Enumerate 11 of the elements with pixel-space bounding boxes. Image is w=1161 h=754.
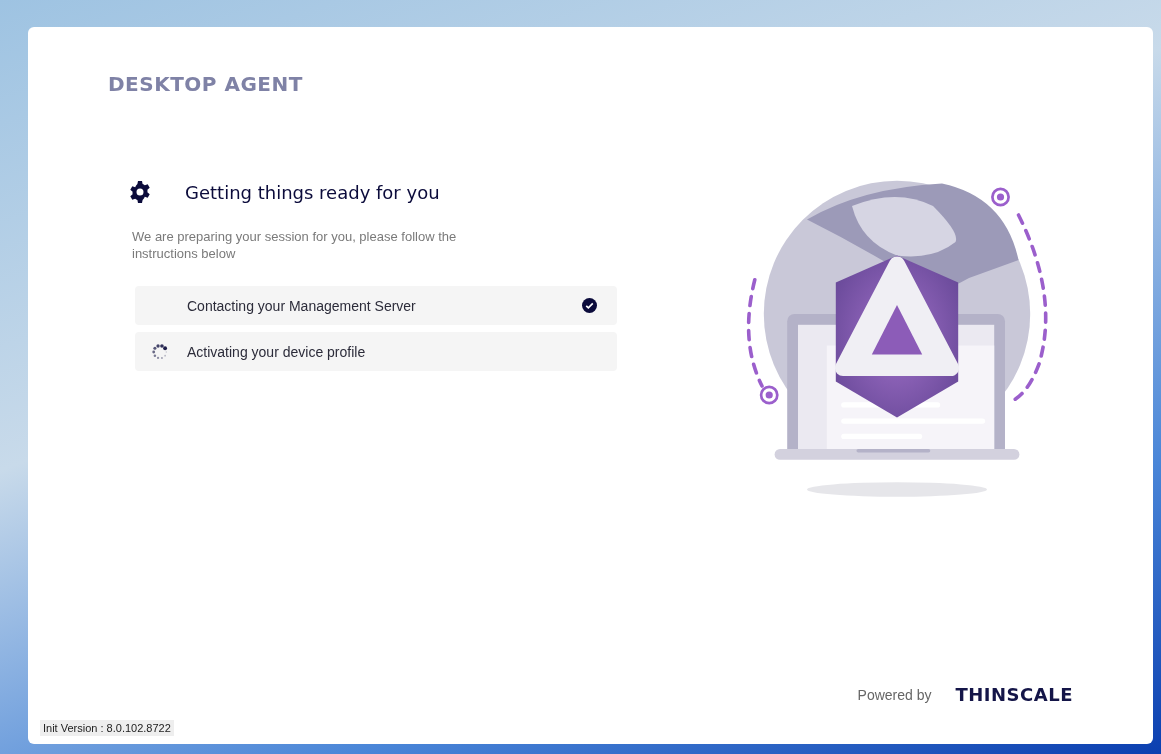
check-circle-icon	[582, 298, 597, 313]
brand-logo: THINSCALE	[955, 684, 1073, 705]
step-label: Contacting your Management Server	[187, 297, 417, 314]
description-text: We are preparing your session for you, please follow the instructions below	[132, 228, 458, 262]
powered-by-text: Powered by	[857, 686, 932, 703]
step-label: Activating your device profile	[187, 343, 367, 360]
app-title: DESKTOP AGENT	[108, 72, 303, 96]
heading: Getting things ready for you	[185, 181, 440, 203]
gear-icon	[128, 180, 152, 204]
spinner-icon	[151, 342, 169, 361]
version-label: Init Version : 8.0.102.8722	[40, 720, 174, 736]
